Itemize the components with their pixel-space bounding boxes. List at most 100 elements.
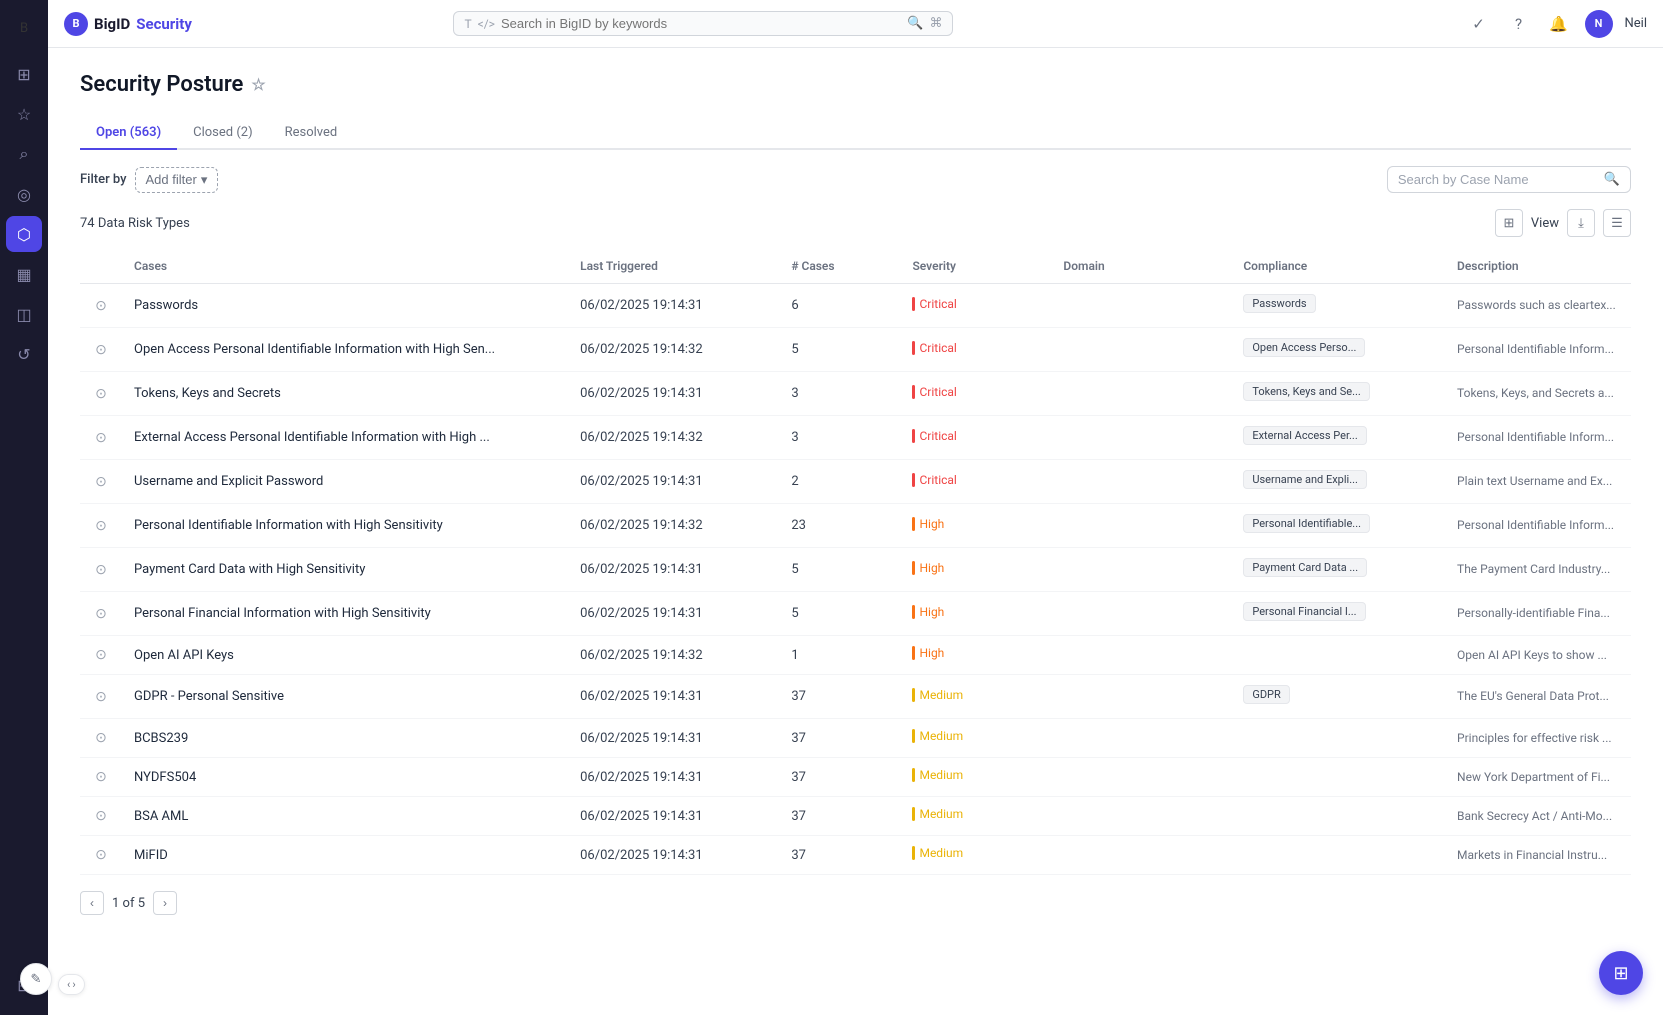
row-domain: [1051, 836, 1231, 875]
col-header-cases-num: # Cases: [779, 249, 900, 284]
fab-button[interactable]: ⊞: [1599, 951, 1643, 995]
nav-chart-icon[interactable]: ▦: [6, 256, 42, 292]
row-expand-icon[interactable]: ⊙: [80, 758, 122, 797]
nav-refresh-icon[interactable]: ↺: [6, 336, 42, 372]
export-view-button[interactable]: ⤓: [1567, 209, 1595, 237]
row-description: Plain text Username and Ex...: [1445, 460, 1631, 504]
row-domain: [1051, 504, 1231, 548]
topbar-logo-circle: B: [64, 12, 88, 36]
search-case-input[interactable]: [1398, 172, 1598, 187]
table-row[interactable]: ⊙ Personal Financial Information with Hi…: [80, 592, 1631, 636]
nav-star-icon[interactable]: ☆: [6, 96, 42, 132]
row-expand-icon[interactable]: ⊙: [80, 675, 122, 719]
expand-row-icon: ⊙: [92, 473, 110, 491]
prev-page-button[interactable]: ‹: [80, 891, 104, 915]
next-page-button[interactable]: ›: [153, 891, 177, 915]
table-row[interactable]: ⊙ Open AI API Keys 06/02/2025 19:14:32 1…: [80, 636, 1631, 675]
search-case-icon[interactable]: 🔍: [1604, 172, 1620, 187]
nav-search-icon[interactable]: ⌕: [6, 136, 42, 172]
row-severity: Critical: [900, 328, 1051, 372]
severity-badge: High: [912, 646, 944, 660]
nav-database-icon[interactable]: ◫: [6, 296, 42, 332]
table-row[interactable]: ⊙ Personal Identifiable Information with…: [80, 504, 1631, 548]
table-row[interactable]: ⊙ Passwords 06/02/2025 19:14:31 6 Critic…: [80, 284, 1631, 328]
list-view-button[interactable]: ☰: [1603, 209, 1631, 237]
severity-dot-icon: [912, 846, 915, 860]
user-avatar[interactable]: N: [1585, 10, 1613, 38]
row-description: Personal Identifiable Inform...: [1445, 416, 1631, 460]
row-expand-icon[interactable]: ⊙: [80, 836, 122, 875]
edit-button[interactable]: ✎: [20, 963, 52, 995]
compliance-tag: GDPR: [1243, 685, 1289, 704]
total-pages: 5: [138, 896, 145, 911]
row-expand-icon[interactable]: ⊙: [80, 592, 122, 636]
severity-dot-icon: [912, 561, 915, 575]
nav-shield-icon[interactable]: ⬡: [6, 216, 42, 252]
row-compliance: [1231, 836, 1445, 875]
grid-view-button[interactable]: ⊞: [1495, 209, 1523, 237]
table-row[interactable]: ⊙ NYDFS504 06/02/2025 19:14:31 37 Medium…: [80, 758, 1631, 797]
row-expand-icon[interactable]: ⊙: [80, 719, 122, 758]
table-row[interactable]: ⊙ Open Access Personal Identifiable Info…: [80, 328, 1631, 372]
desc-text: Personal Identifiable Inform...: [1457, 430, 1614, 444]
notification-icon[interactable]: 🔔: [1545, 10, 1573, 38]
row-description: Open AI API Keys to show ...: [1445, 636, 1631, 675]
row-expand-icon[interactable]: ⊙: [80, 284, 122, 328]
nav-grid-icon[interactable]: ⊞: [6, 56, 42, 92]
row-expand-icon[interactable]: ⊙: [80, 797, 122, 836]
row-description: Tokens, Keys, and Secrets a...: [1445, 372, 1631, 416]
row-description: The EU's General Data Prot...: [1445, 675, 1631, 719]
nav-compass-icon[interactable]: ◎: [6, 176, 42, 212]
row-expand-icon[interactable]: ⊙: [80, 460, 122, 504]
row-expand-icon[interactable]: ⊙: [80, 636, 122, 675]
row-case-name: Open AI API Keys: [122, 636, 568, 675]
row-expand-icon[interactable]: ⊙: [80, 504, 122, 548]
table-row[interactable]: ⊙ External Access Personal Identifiable …: [80, 416, 1631, 460]
row-expand-icon[interactable]: ⊙: [80, 372, 122, 416]
row-severity: High: [900, 636, 1051, 675]
page-title-row: Security Posture ☆: [80, 72, 1631, 97]
severity-badge: Medium: [912, 688, 963, 702]
table-row[interactable]: ⊙ GDPR - Personal Sensitive 06/02/2025 1…: [80, 675, 1631, 719]
app-logo[interactable]: B: [8, 12, 40, 44]
row-expand-icon[interactable]: ⊙: [80, 416, 122, 460]
table-row[interactable]: ⊙ Tokens, Keys and Secrets 06/02/2025 19…: [80, 372, 1631, 416]
global-search-input[interactable]: [501, 16, 901, 31]
severity-badge: Critical: [912, 341, 956, 355]
expand-toggle[interactable]: ‹ ›: [58, 974, 85, 995]
table-row[interactable]: ⊙ MiFID 06/02/2025 19:14:31 37 Medium Ma…: [80, 836, 1631, 875]
row-expand-icon[interactable]: ⊙: [80, 328, 122, 372]
row-expand-icon[interactable]: ⊙: [80, 548, 122, 592]
tab-closed[interactable]: Closed (2): [177, 117, 268, 150]
row-last-triggered: 06/02/2025 19:14:31: [568, 372, 779, 416]
row-severity: High: [900, 504, 1051, 548]
expand-row-icon: ⊙: [92, 341, 110, 359]
check-circle-icon[interactable]: ✓: [1465, 10, 1493, 38]
severity-dot-icon: [912, 429, 915, 443]
pagination-text: 1 of 5: [112, 896, 145, 911]
add-filter-button[interactable]: Add filter ▾: [135, 167, 219, 193]
global-search[interactable]: T </> 🔍 ⌘: [453, 11, 953, 36]
row-cases-count: 3: [779, 372, 900, 416]
col-header-compliance: Compliance: [1231, 249, 1445, 284]
search-case-container[interactable]: 🔍: [1387, 166, 1631, 193]
table-row[interactable]: ⊙ Username and Explicit Password 06/02/2…: [80, 460, 1631, 504]
view-controls: ⊞ View ⤓ ☰: [1495, 209, 1631, 237]
tab-open[interactable]: Open (563): [80, 117, 177, 150]
severity-dot-icon: [912, 385, 915, 399]
product-name: Security: [136, 15, 192, 33]
tab-resolved[interactable]: Resolved: [269, 117, 354, 150]
table-row[interactable]: ⊙ BSA AML 06/02/2025 19:14:31 37 Medium …: [80, 797, 1631, 836]
row-compliance: Tokens, Keys and Se...: [1231, 372, 1445, 416]
desc-text: Markets in Financial Instru...: [1457, 848, 1607, 862]
row-severity: Medium: [900, 719, 1051, 758]
severity-dot-icon: [912, 807, 915, 821]
table-row[interactable]: ⊙ Payment Card Data with High Sensitivit…: [80, 548, 1631, 592]
expand-row-icon: ⊙: [92, 385, 110, 403]
row-compliance: Personal Identifiable...: [1231, 504, 1445, 548]
severity-badge: High: [912, 605, 944, 619]
help-icon[interactable]: ?: [1505, 10, 1533, 38]
expand-row-icon: ⊙: [92, 297, 110, 315]
favorite-star-icon[interactable]: ☆: [251, 75, 265, 94]
table-row[interactable]: ⊙ BCBS239 06/02/2025 19:14:31 37 Medium …: [80, 719, 1631, 758]
